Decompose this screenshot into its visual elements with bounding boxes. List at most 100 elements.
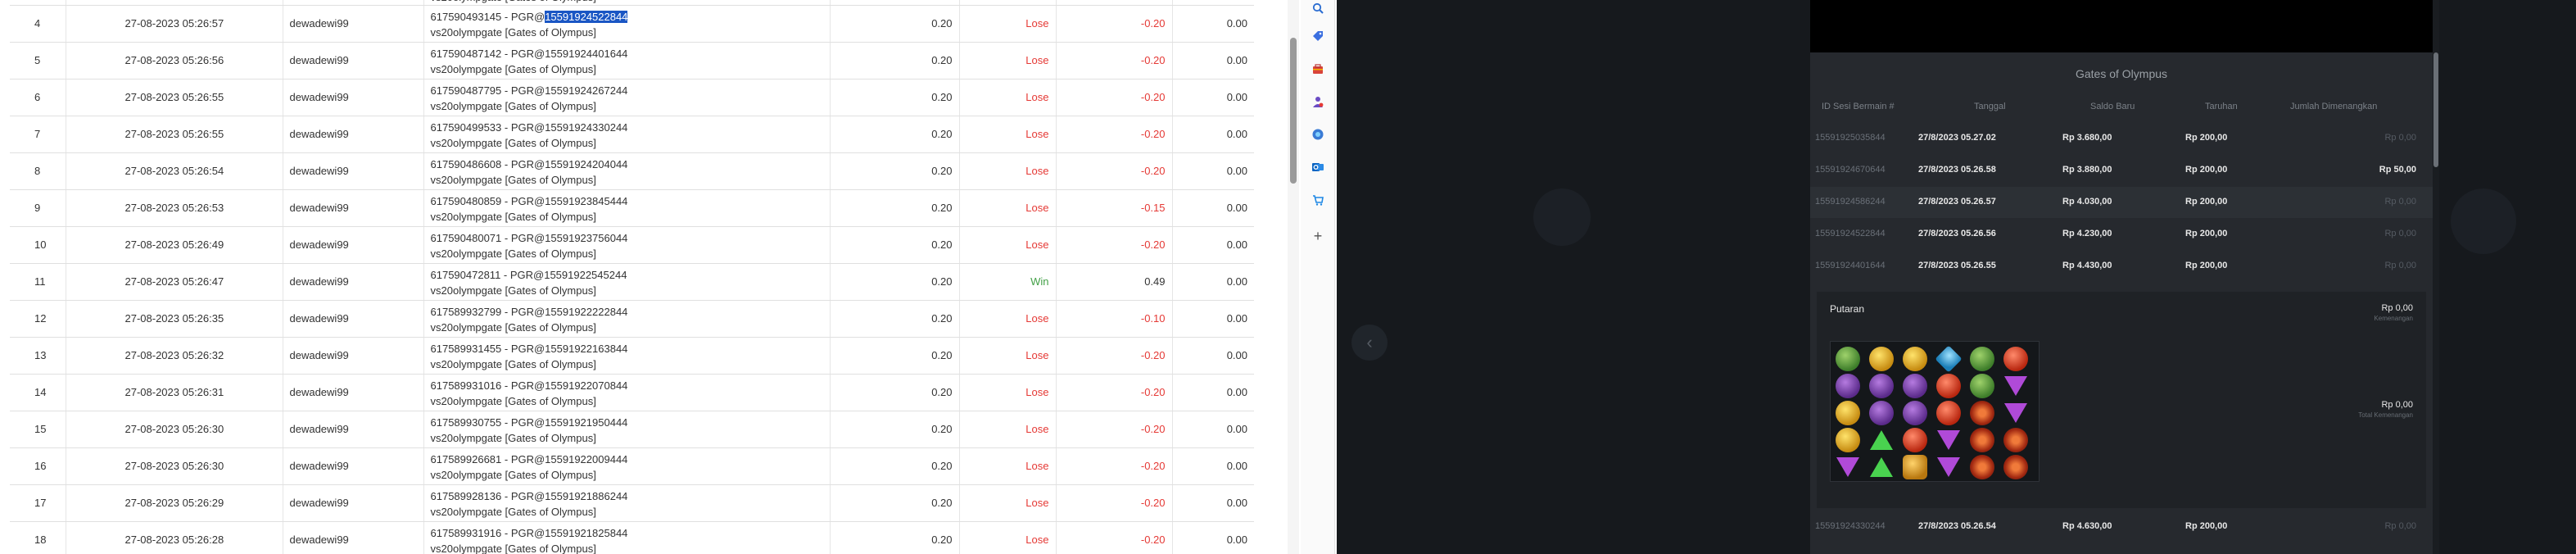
cell-balance: 0.00: [1172, 189, 1254, 227]
table-row: 5 27-08-2023 05:26:56 dewadewi99 6175904871…: [10, 42, 1254, 79]
slot-symbol-purple: [1836, 374, 1860, 398]
cell-desc: 617589930755 - PGR@15591921950444 vs20oly…: [423, 411, 831, 448]
desc-ref[interactable]: 617590487795 - PGR@15591924267244: [431, 84, 628, 97]
slot-symbol-red: [1903, 428, 1927, 452]
desc-ref[interactable]: 617590499533 - PGR@15591924330244: [431, 121, 628, 134]
desc-ref[interactable]: 617589931916 - PGR@15591921825844: [431, 527, 628, 539]
cell-date: 27-08-2023 05:26:53: [66, 189, 283, 227]
shopping-icon[interactable]: [1310, 192, 1326, 208]
cell-no: 14: [10, 374, 66, 411]
cell-desc: 617590499533 - PGR@15591924330244 vs20oly…: [423, 116, 831, 153]
previous-arrow-icon[interactable]: ‹: [1351, 325, 1388, 361]
putaran-sub-label: Kemenangan: [2374, 315, 2413, 322]
desc-game: vs20olympgate [Gates of Olympus]: [430, 136, 596, 149]
cell-no: 8: [10, 152, 66, 190]
person-icon[interactable]: [1310, 93, 1326, 110]
desc-ref[interactable]: 617589926681 - PGR@15591922009444: [431, 453, 628, 465]
total-win-amount: Rp 0,00: [2381, 400, 2413, 410]
cell-pl: -0.20: [1056, 226, 1173, 264]
slot-symbol-red: [2003, 347, 2028, 371]
desc-ref[interactable]: 617590486608 - PGR@15591924204044: [431, 158, 628, 170]
row-id: 15591924586244: [1815, 197, 1886, 207]
desc-ref[interactable]: 617590493145 - PGR@: [431, 11, 546, 23]
copilot-icon[interactable]: [1310, 126, 1326, 143]
cell-bet: 0.20: [830, 42, 960, 79]
cell-no: 13: [10, 337, 66, 375]
cell-result: Lose: [959, 447, 1057, 485]
row-tanggal: 27/8/2023 05.27.02: [1918, 133, 1996, 143]
cell-result: Lose: [959, 116, 1057, 153]
desc-ref[interactable]: 617589931455 - PGR@15591922163844: [431, 343, 628, 355]
desc-ref[interactable]: 617590487142 - PGR@15591924401644: [431, 48, 628, 60]
slot-symbol-tri-green: [1870, 430, 1893, 450]
history-modal: Gates of Olympus ID Sesi Bermain # Tangg…: [1810, 0, 2433, 554]
row-id: 15591924522844: [1815, 229, 1886, 238]
cell-balance: 0.00: [1172, 521, 1254, 554]
transaction-table-panel: vs20olympgate [Gates of Olympus]427-08-2…: [0, 0, 1261, 554]
modal-scrollbar[interactable]: [2433, 0, 2439, 554]
desc-ref[interactable]: 617590472811 - PGR@15591922545244: [431, 269, 627, 281]
cell-date: 27-08-2023 05:26:28: [66, 521, 283, 554]
cell-bet: 0.20: [830, 189, 960, 227]
cell-desc: 617590487142 - PGR@15591924401644 vs20oly…: [423, 42, 831, 79]
cell-pl: -0.20: [1056, 42, 1173, 79]
cell-desc: 617590493145 - PGR@15591924522844 vs20oly…: [423, 5, 831, 43]
scrollbar-thumb[interactable]: [1290, 38, 1297, 184]
desc-ref[interactable]: 617589931016 - PGR@15591922070844: [431, 379, 628, 392]
row-saldo: Rp 4.030,00: [2062, 197, 2112, 207]
cell-user: dewadewi99: [283, 79, 424, 116]
desc-game: vs20olympgate [Gates of Olympus]: [430, 505, 596, 518]
slot-symbol-redring: [1970, 455, 1994, 479]
add-icon[interactable]: +: [1310, 228, 1326, 244]
cell-no: 9: [10, 189, 66, 227]
row-tanggal: 27/8/2023 05.26.58: [1918, 165, 1996, 175]
desc-game: vs20olympgate [Gates of Olympus]: [430, 284, 596, 297]
table-row: 15 27-08-2023 05:26:30 dewadewi99 617589930…: [10, 411, 1254, 448]
desc-ref[interactable]: 617589932799 - PGR@15591922222844: [431, 306, 628, 318]
desc-ref[interactable]: 617590480071 - PGR@15591923756044: [431, 232, 628, 244]
cell-date: 27-08-2023 05:26:55: [66, 79, 283, 116]
browser-sidebar: +: [1301, 0, 1335, 554]
row-tanggal: 27/8/2023 05.26.54: [1918, 521, 1996, 531]
cell-bet: 0.20: [830, 116, 960, 153]
row-taruhan: Rp 200,00: [2185, 229, 2228, 238]
history-row[interactable]: 15591924401644 27/8/2023 05.26.55 Rp 4.430…: [1810, 251, 2433, 282]
desc-ref[interactable]: 617590480859 - PGR@15591923845444: [431, 195, 628, 207]
cell-user: dewadewi99: [283, 189, 424, 227]
cell-pl: -0.20: [1056, 337, 1173, 375]
history-row[interactable]: 15591925035844 27/8/2023 05.27.02 Rp 3.680…: [1810, 123, 2433, 154]
cell-user: dewadewi99: [283, 263, 424, 301]
background-decoration: [2451, 188, 2516, 254]
cell-no: 16: [10, 447, 66, 485]
slot-symbol-redring: [1970, 428, 1994, 452]
putaran-amount: Rp 0,00: [2381, 303, 2413, 313]
history-row[interactable]: 15591924330244 27/8/2023 05.26.54 Rp 4.6…: [1810, 511, 2433, 543]
cell-pl: -0.20: [1056, 152, 1173, 190]
header-id: ID Sesi Bermain #: [1822, 102, 1895, 111]
cell-no: 15: [10, 411, 66, 448]
cell-user: dewadewi99: [283, 300, 424, 338]
table-row: 10 27-08-2023 05:26:49 dewadewi99 617590480…: [10, 226, 1254, 264]
putaran-label: Putaran: [1830, 303, 1865, 315]
tag-icon[interactable]: [1310, 28, 1326, 44]
cell-date: 27-08-2023 05:26:56: [66, 42, 283, 79]
history-row[interactable]: 15591924522844 27/8/2023 05.26.56 Rp 4.230…: [1810, 219, 2433, 250]
search-icon[interactable]: [1310, 0, 1326, 16]
slot-symbol-purple: [1903, 374, 1927, 398]
desc-ref[interactable]: 617589930755 - PGR@15591921950444: [431, 416, 628, 429]
game-title: Gates of Olympus: [2075, 67, 2168, 80]
slot-symbol-yellow: [1836, 401, 1860, 425]
table-scrollbar[interactable]: [1288, 0, 1299, 554]
modal-scrollbar-thumb[interactable]: [2433, 52, 2438, 167]
history-row[interactable]: 15591924586244 27/8/2023 05.26.57 Rp 4.030…: [1810, 187, 2433, 218]
desc-highlight[interactable]: 15591924522844: [545, 10, 628, 23]
slot-symbol-purple: [1903, 401, 1927, 425]
row-saldo: Rp 4.230,00: [2062, 229, 2112, 238]
round-detail-panel: Putaran Rp 0,00 Kemenangan Rp 0,00 Total…: [1817, 292, 2426, 508]
desc-ref[interactable]: 617589928136 - PGR@15591921886244: [431, 490, 628, 502]
header-taruhan: Taruhan: [2205, 102, 2238, 111]
cell-date: 27-08-2023 05:26:57: [66, 5, 283, 43]
history-row[interactable]: 15591924670644 27/8/2023 05.26.58 Rp 3.880…: [1810, 155, 2433, 186]
outlook-icon[interactable]: [1310, 159, 1326, 175]
toolbox-icon[interactable]: [1310, 61, 1326, 77]
